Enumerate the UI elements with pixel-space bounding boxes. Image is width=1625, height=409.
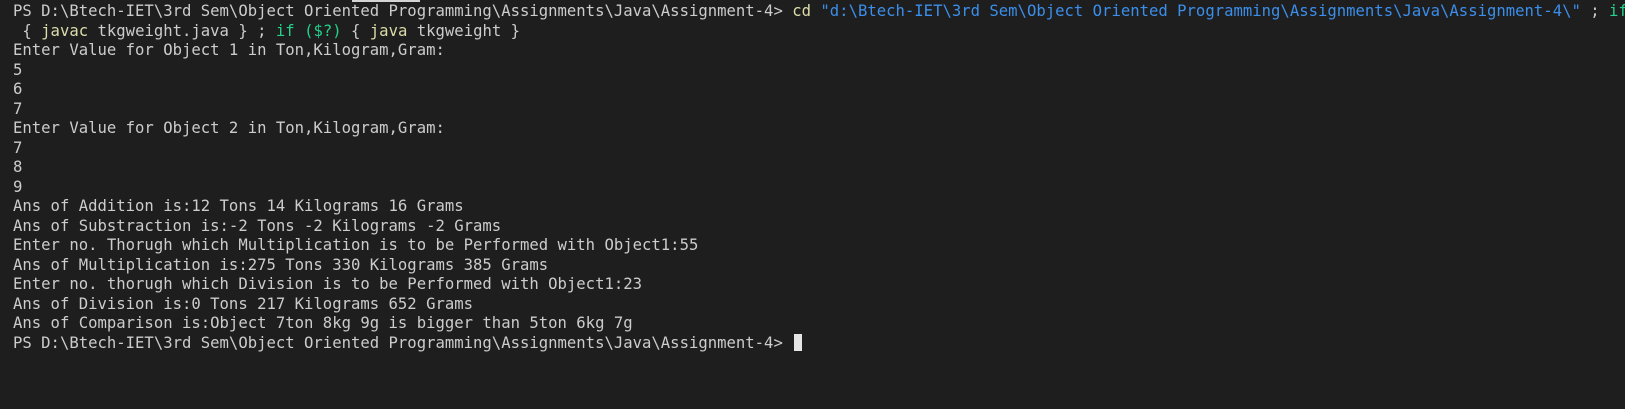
- terminal-panel[interactable]: PS D:\Btech-IET\3rd Sem\Object Oriented …: [13, 2, 1625, 409]
- output-line: 6: [13, 80, 23, 98]
- command-line-2: { javac tkgweight.java } ; if ($?) { jav…: [13, 22, 1615, 42]
- block-open: {: [341, 21, 370, 40]
- cd-path: "d:\Btech-IET\3rd Sem\Object Oriented Pr…: [820, 2, 1581, 20]
- javac-arguments: tkgweight.java } ;: [88, 21, 276, 40]
- output-line: 7: [13, 138, 23, 157]
- java-arguments: tkgweight }: [407, 21, 521, 40]
- output-line: 9: [13, 177, 23, 196]
- exit-status-condition: ($?): [304, 21, 342, 40]
- output-line: 5: [13, 60, 23, 79]
- output-line: 8: [13, 158, 23, 176]
- output-line: Ans of Comparison is:Object 7ton 8kg 9g …: [13, 314, 633, 332]
- output-line: Enter no. thorugh which Division is to b…: [13, 275, 643, 293]
- output-line: Enter no. Thorugh which Multiplication i…: [13, 236, 699, 254]
- output-line: Ans of Multiplication is:275 Tons 330 Ki…: [13, 255, 549, 274]
- prompt: PS D:\Btech-IET\3rd Sem\Object Oriented …: [13, 333, 783, 352]
- command-separator: ;: [1580, 2, 1610, 20]
- if-keyword: if: [275, 21, 295, 40]
- output-line: Ans of Addition is:12 Tons 14 Kilograms …: [13, 197, 464, 215]
- prompt: PS D:\Btech-IET\3rd Sem\Object Oriented …: [13, 2, 783, 20]
- final-prompt-line[interactable]: PS D:\Btech-IET\3rd Sem\Object Oriented …: [13, 333, 1615, 354]
- java-command: java: [369, 21, 408, 40]
- output-line: 7: [13, 99, 23, 118]
- cd-command: cd: [792, 2, 812, 20]
- text-cursor[interactable]: [794, 333, 803, 351]
- if-keyword: if: [1609, 2, 1625, 20]
- output-line: Enter Value for Object 2 in Ton,Kilogram…: [13, 119, 445, 137]
- output-line: Ans of Substraction is:-2 Tons -2 Kilogr…: [13, 216, 502, 235]
- output-line: Enter Value for Object 1 in Ton,Kilogram…: [13, 41, 445, 59]
- block-open: {: [13, 21, 42, 40]
- command-line-1: PS D:\Btech-IET\3rd Sem\Object Oriented …: [13, 2, 1625, 22]
- output-line: Ans of Division is:0 Tons 217 Kilograms …: [13, 294, 474, 313]
- javac-command: javac: [41, 21, 89, 40]
